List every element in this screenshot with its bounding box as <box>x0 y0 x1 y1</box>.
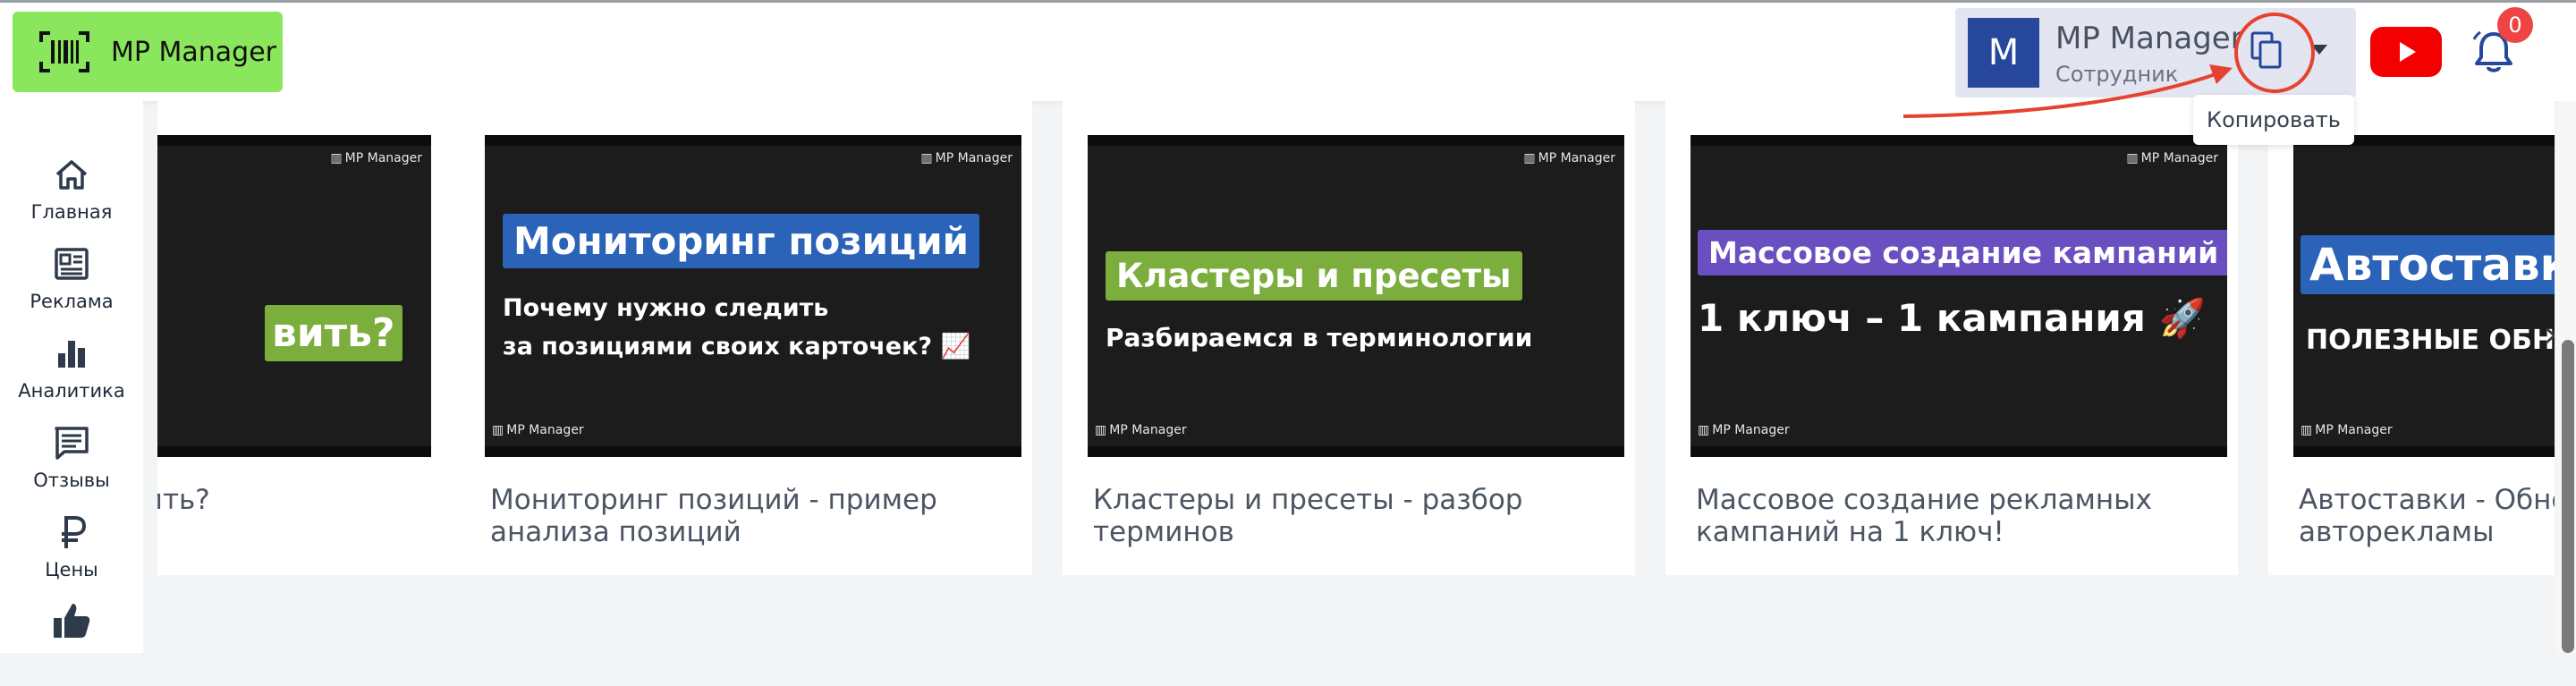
video-card[interactable]: Автоставки ПОЛЕЗНЫЕ ОБНО ▥MP Manager › А… <box>2268 101 2555 575</box>
thumbnail-headline: Автоставки <box>2301 235 2555 294</box>
watermark: ▥ MP Manager <box>2301 423 2393 437</box>
barcode-logo-icon: ▥ <box>920 151 932 165</box>
video-card[interactable]: ▥ MP Manager Кластеры и пресеты Разбираем… <box>1063 101 1635 575</box>
user-name: MP Manager <box>2055 21 2243 56</box>
logo-text: MP Manager <box>111 36 277 68</box>
user-role: Сотрудник <box>2055 62 2179 87</box>
video-thumbnail[interactable]: ▥MP Manager вить? ‹ <box>157 135 431 457</box>
barcode-logo-icon <box>39 31 89 72</box>
video-title[interactable]: Массовое создание рекламных кампаний на … <box>1696 484 2197 548</box>
thumbnail-subtitle: Разбираемся в терминологии <box>1106 323 1533 352</box>
watermark: ▥ MP Manager <box>1095 423 1187 437</box>
video-title[interactable]: Мониторинг позиций - пример анализа пози… <box>490 484 991 548</box>
watermark: ▥ MP Manager <box>1698 423 1790 437</box>
sidebar-item-home[interactable]: Главная <box>0 155 143 241</box>
scrollbar-thumb[interactable] <box>2562 340 2574 653</box>
barcode-logo-icon: ▥ <box>2301 423 2312 437</box>
notification-count-badge: 0 <box>2497 7 2533 43</box>
watermark: ▥ MP Manager <box>1523 151 1615 165</box>
youtube-button[interactable] <box>2370 27 2442 77</box>
watermark: ▥ MP Manager <box>2126 151 2218 165</box>
video-thumbnail[interactable]: Автоставки ПОЛЕЗНЫЕ ОБНО ▥MP Manager › <box>2293 135 2555 457</box>
barcode-logo-icon: ▥ <box>1698 423 1709 437</box>
sidebar-item-reviews[interactable]: Отзывы <box>0 423 143 509</box>
barcode-logo-icon: ▥ <box>492 423 504 437</box>
sidebar-item-label: Главная <box>30 201 113 223</box>
sidebar-item-ads[interactable]: Реклама <box>0 244 143 330</box>
video-thumbnail[interactable]: ▥ MP Manager Массовое создание кампаний 1… <box>1690 135 2227 457</box>
next-arrow-icon[interactable]: › <box>2544 314 2555 355</box>
reviews-icon <box>55 427 89 460</box>
ruble-icon <box>62 516 87 548</box>
watermark: ▥ MP Manager <box>330 151 422 165</box>
thumbnail-subtitle: за позициями своих карточек? 📈 <box>503 333 971 360</box>
thumbnail-headline: Мониторинг позиций <box>503 214 980 268</box>
sidebar-item-label: Аналитика <box>18 380 125 402</box>
video-thumbnail[interactable]: ▥ MP Manager Мониторинг позиций Почему ну… <box>485 135 1021 457</box>
annotation-circle <box>2234 13 2315 93</box>
video-thumbnail[interactable]: ▥ MP Manager Кластеры и пресеты Разбираем… <box>1088 135 1624 457</box>
thumbnail-headline: Кластеры и пресеты <box>1106 251 1522 301</box>
sidebar-item-label: Реклама <box>30 291 114 312</box>
logo-button[interactable]: MP Manager <box>13 12 283 92</box>
thumbnail-subtitle: Почему нужно следить <box>503 294 829 322</box>
sidebar-item-label: Отзывы <box>33 470 110 491</box>
sidebar-item-analytics[interactable]: Аналитика <box>0 334 143 419</box>
video-card[interactable]: ▥ MP Manager Массовое создание кампаний 1… <box>1665 101 2238 575</box>
bar-chart-icon <box>58 341 85 368</box>
video-card[interactable]: ▥ MP Manager Мониторинг позиций Почему ну… <box>460 101 1032 575</box>
ad-icon <box>55 248 89 280</box>
barcode-logo-icon: ▥ <box>330 151 342 165</box>
avatar: M <box>1968 18 2039 88</box>
header: MP Manager M MP Manager Сотрудник <box>0 3 2576 101</box>
watermark: ▥ MP Manager <box>920 151 1013 165</box>
video-card[interactable]: ▥MP Manager вить? ‹ у поставить? <box>157 101 467 575</box>
thumbs-up-icon <box>54 604 90 638</box>
thumbnail-headline: вить? <box>265 305 402 361</box>
barcode-logo-icon: ▥ <box>1523 151 1535 165</box>
thumbnail-subtitle: ПОЛЕЗНЫЕ ОБНО <box>2306 325 2555 356</box>
video-title[interactable]: Кластеры и пресеты - разбор терминов <box>1093 484 1594 548</box>
sidebar-item-feedback[interactable] <box>0 600 143 686</box>
thumbnail-subtitle: 1 ключ – 1 кампания 🚀 <box>1698 296 2206 340</box>
copy-tooltip: Копировать <box>2193 95 2354 145</box>
sidebar-item-prices[interactable]: Цены <box>0 512 143 598</box>
home-icon <box>55 160 88 190</box>
video-carousel: ▥MP Manager вить? ‹ у поставить? ▥MP Man… <box>157 101 2555 653</box>
watermark: ▥ MP Manager <box>492 423 584 437</box>
sidebar-item-label: Цены <box>45 559 98 580</box>
barcode-logo-icon: ▥ <box>1095 423 1106 437</box>
video-title[interactable]: Автоставки - Обно авторекламы <box>2299 484 2555 548</box>
thumbnail-headline: Массовое создание кампаний <box>1698 230 2227 275</box>
play-icon <box>2400 42 2416 62</box>
barcode-logo-icon: ▥ <box>2126 151 2138 165</box>
sidebar: Главная Реклама Аналитика Отзывы Цены <box>0 101 143 653</box>
